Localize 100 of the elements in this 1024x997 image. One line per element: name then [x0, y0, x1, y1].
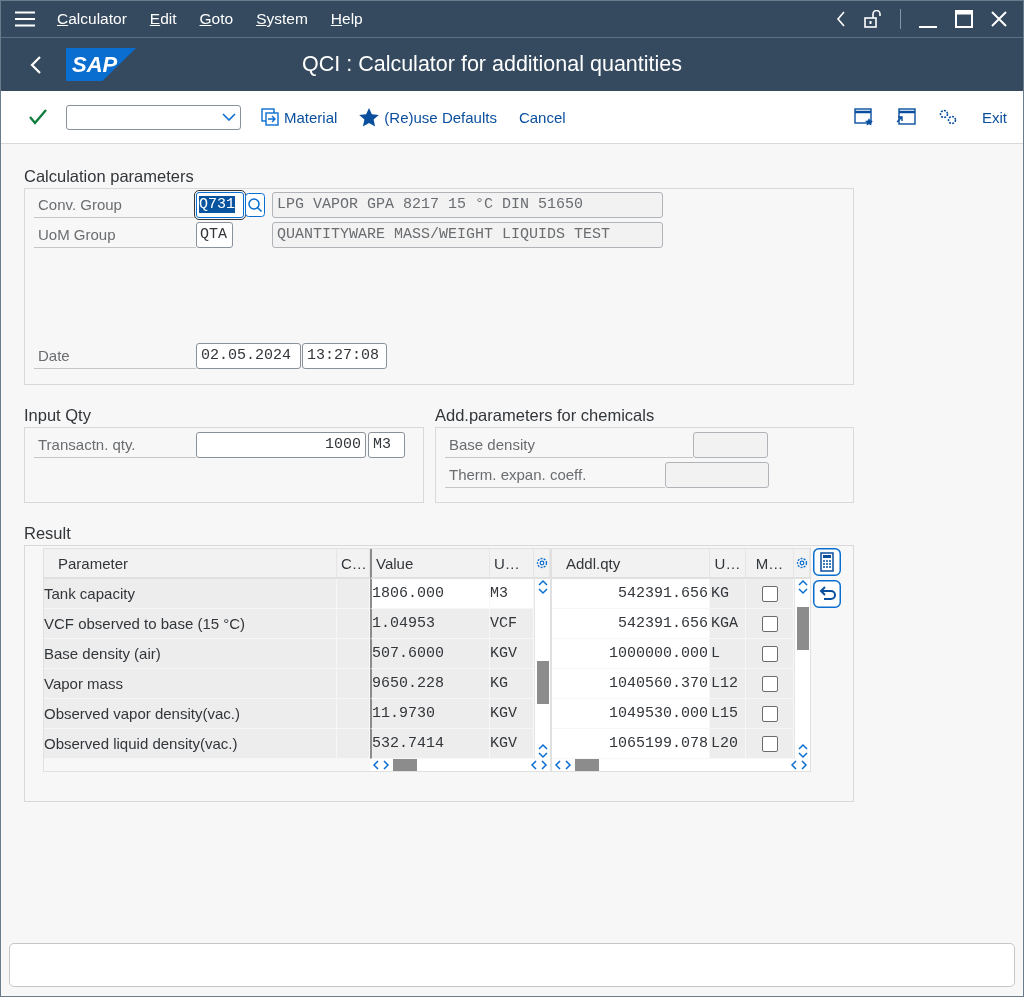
unlocked-padlock-icon[interactable]	[864, 10, 882, 28]
table-cell: L12	[710, 669, 746, 699]
left-right-arrows-icon[interactable]	[790, 759, 808, 771]
column-header[interactable]: Value	[370, 549, 490, 579]
section-title: Add.parameters for chemicals	[435, 405, 656, 426]
table-cell: KGV	[490, 729, 534, 759]
up-down-arrows-icon[interactable]	[796, 579, 809, 595]
column-header[interactable]: Addl.qty	[552, 549, 710, 579]
sap-logo: SAP	[66, 48, 136, 81]
scroll-thumb[interactable]	[536, 661, 549, 704]
table-cell: 11.9730	[370, 699, 490, 729]
table-cell[interactable]: 1000000.000	[552, 639, 710, 669]
table-cell[interactable]: 1065199.078	[552, 729, 710, 759]
scroll-thumb[interactable]	[393, 759, 417, 771]
section-title: Calculation parameters	[24, 166, 195, 187]
table-cell	[337, 609, 370, 639]
table-cell: KGV	[490, 639, 534, 669]
table-cell[interactable]: 1049530.000	[552, 699, 710, 729]
settings-icon[interactable]	[795, 556, 809, 570]
table-cell: KGA	[710, 609, 746, 639]
table-cell	[337, 669, 370, 699]
back-icon[interactable]	[30, 54, 42, 75]
table-cell: Vapor mass	[44, 669, 337, 699]
checkmark-icon[interactable]	[29, 109, 47, 125]
checkbox[interactable]	[761, 585, 778, 602]
left-right-arrows-icon[interactable]	[372, 759, 390, 771]
table-cell: VCF	[490, 609, 534, 639]
horizontal-scrollbar[interactable]	[552, 759, 810, 771]
vertical-scrollbar[interactable]	[794, 579, 810, 759]
settings-icon[interactable]	[535, 556, 549, 570]
table-cell: KGV	[490, 699, 534, 729]
description-field: QUANTITYWARE MASS/WEIGHT LIQUIDS TEST	[272, 222, 663, 248]
settings-icon[interactable]	[938, 108, 958, 126]
chevron-left-icon[interactable]	[836, 11, 846, 27]
table-cell: 9650.228	[370, 669, 490, 699]
table-cell	[337, 579, 370, 609]
left-right-arrows-icon[interactable]	[530, 759, 548, 771]
calculator-button[interactable]	[813, 548, 841, 576]
chevron-down-icon	[222, 113, 236, 121]
scroll-thumb[interactable]	[575, 759, 599, 771]
table-cell: Observed vapor density(vac.)	[44, 699, 337, 729]
table-cell: L20	[710, 729, 746, 759]
close-icon[interactable]	[991, 11, 1007, 27]
table-cell: KG	[710, 579, 746, 609]
left-right-arrows-icon[interactable]	[554, 759, 572, 771]
table-cell: L	[710, 639, 746, 669]
exit-button[interactable]: Exit	[980, 104, 1009, 130]
maximize-icon[interactable]	[955, 10, 973, 28]
arrow-box-icon	[261, 108, 279, 126]
menu-item[interactable]: Edit	[149, 10, 177, 28]
material-button[interactable]: Material	[259, 104, 340, 130]
table-cell	[337, 639, 370, 669]
checkbox[interactable]	[761, 675, 778, 692]
table-cell[interactable]: 542391.656	[552, 609, 710, 639]
column-header[interactable]: U…	[710, 549, 746, 579]
scroll-thumb[interactable]	[796, 607, 809, 650]
command-field[interactable]	[66, 104, 241, 130]
table-cell: 1.04953	[370, 609, 490, 639]
section-title: Result	[24, 523, 72, 544]
undo-button[interactable]	[813, 580, 841, 608]
column-header[interactable]: C…	[337, 549, 370, 579]
date-field[interactable]: 02.05.2024	[196, 343, 301, 369]
menu-icon[interactable]	[15, 11, 35, 27]
menu-item[interactable]: System	[256, 10, 308, 28]
description-field: LPG VAPOR GPA 8217 15 °C DIN 51650	[272, 192, 663, 218]
checkbox[interactable]	[761, 705, 778, 722]
table-cell[interactable]: 542391.656	[552, 579, 710, 609]
table-cell	[337, 729, 370, 759]
up-down-arrows-icon[interactable]	[536, 743, 549, 759]
star-icon	[359, 107, 380, 127]
checkbox[interactable]	[761, 735, 778, 752]
table-cell: VCF observed to base (15 °C)	[44, 609, 337, 639]
menu-item[interactable]: Goto	[199, 10, 234, 28]
up-down-arrows-icon[interactable]	[536, 579, 549, 595]
menu-item[interactable]: Help	[330, 10, 363, 28]
table-cell: M3	[490, 579, 534, 609]
horizontal-scrollbar[interactable]	[370, 759, 550, 771]
checkbox[interactable]	[761, 645, 778, 662]
input-field[interactable]: Q731	[196, 192, 244, 218]
section-title: Input Qty	[24, 405, 92, 426]
table-cell[interactable]: 1806.000	[370, 579, 490, 609]
up-down-arrows-icon[interactable]	[796, 743, 809, 759]
table-cell: L15	[710, 699, 746, 729]
table-cell: Tank capacity	[44, 579, 337, 609]
table-cell: Observed liquid density(vac.)	[44, 729, 337, 759]
checkbox[interactable]	[761, 615, 778, 632]
defaults-button[interactable]: (Re)use Defaults	[357, 103, 499, 131]
column-header[interactable]: M…	[746, 549, 794, 579]
table-cell[interactable]: 1040560.370	[552, 669, 710, 699]
cancel-button[interactable]: Cancel	[516, 104, 568, 130]
vertical-scrollbar[interactable]	[534, 579, 550, 759]
quantity-field[interactable]: 1000	[196, 432, 366, 458]
unit-field[interactable]: M3	[368, 432, 405, 458]
window-title: QCI : Calculator for additional quantities	[302, 52, 683, 77]
input-field[interactable]: QTA	[196, 222, 233, 248]
time-field[interactable]: 13:27:08	[302, 343, 387, 369]
column-header[interactable]: Parameter	[44, 549, 337, 579]
column-header[interactable]: U…	[490, 549, 534, 579]
search-icon[interactable]	[245, 193, 265, 217]
menu-item[interactable]: Calculator	[57, 10, 127, 28]
